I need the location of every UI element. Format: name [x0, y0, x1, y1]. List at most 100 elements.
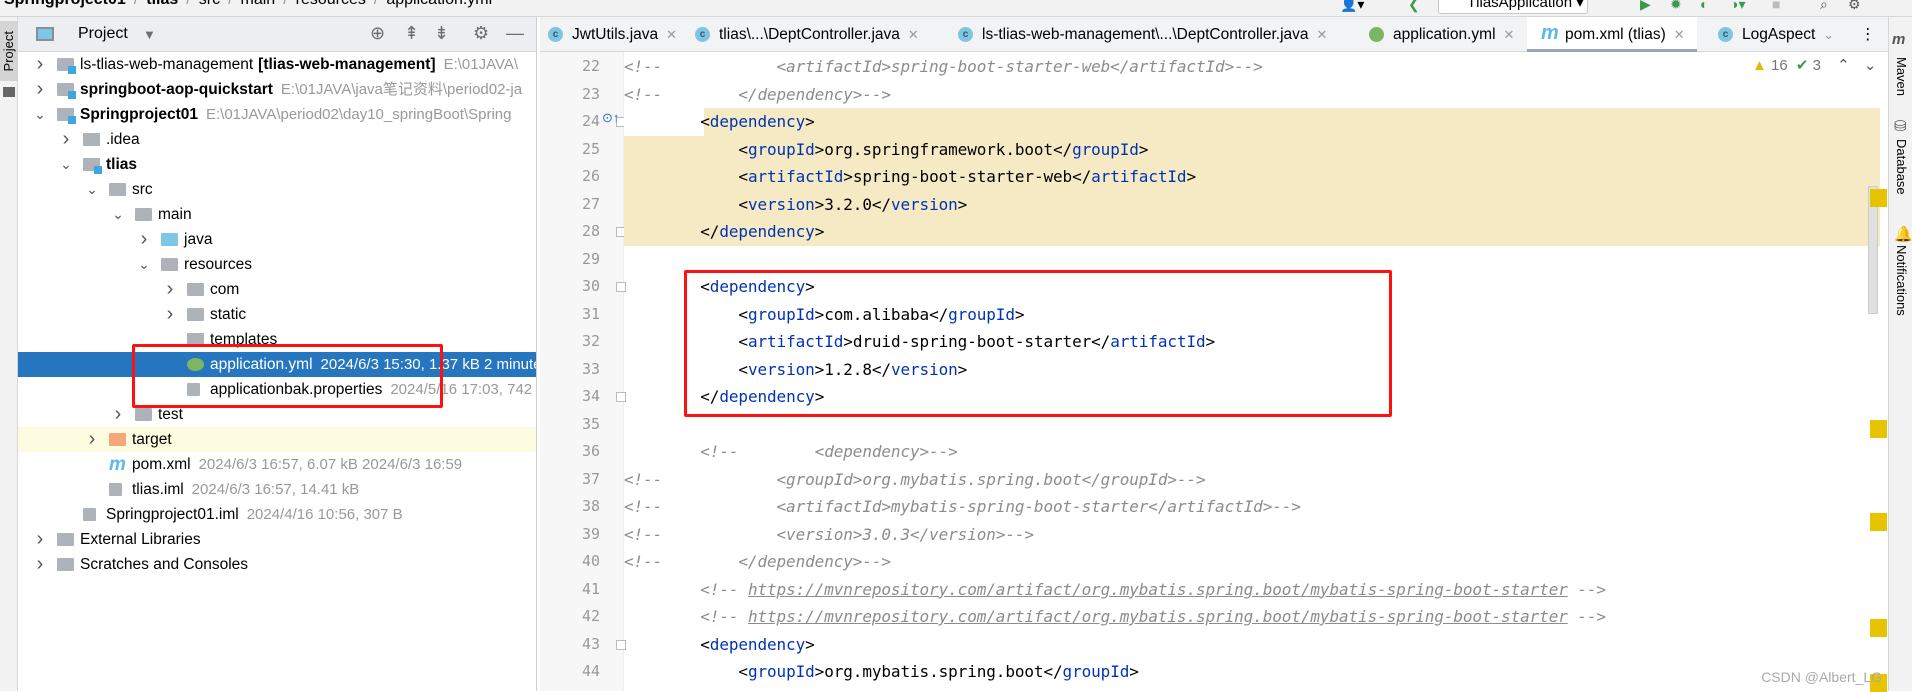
- maven-icon: m: [109, 454, 126, 475]
- line-number: 23: [581, 84, 600, 103]
- chevron-right-icon[interactable]: ›: [33, 552, 47, 577]
- minimize-icon[interactable]: —: [506, 23, 524, 44]
- breadcrumb: Springproject01 / tlias / src / main / resources…: [4, 0, 492, 9]
- tree-item[interactable]: › target: [18, 427, 536, 452]
- breadcrumb-item[interactable]: tlias: [146, 0, 178, 8]
- more-tabs-icon[interactable]: ⋮: [1860, 17, 1876, 52]
- debug-icon[interactable]: ✹: [1670, 0, 1682, 13]
- close-icon[interactable]: ✕: [1504, 27, 1515, 42]
- line-number: 30: [581, 277, 600, 295]
- editor-tab[interactable]: c tlias\...\DeptController.java ✕: [695, 17, 919, 52]
- expand-all-icon[interactable]: ⇞: [404, 23, 419, 44]
- breadcrumb-item[interactable]: main: [241, 0, 276, 8]
- check-icon: ✔: [1795, 57, 1809, 74]
- override-icon[interactable]: ⊙↑: [602, 110, 619, 126]
- line-number: 36: [581, 442, 600, 460]
- scratch-icon: [57, 558, 74, 571]
- tree-item[interactable]: ⌄ Springproject01 E:\01JAVA\period02\day10…: [18, 102, 536, 127]
- tree-item[interactable]: › External Libraries: [18, 527, 536, 552]
- code-line: <dependency>: [624, 108, 1880, 136]
- user-icon[interactable]: 👤▾: [1340, 0, 1364, 13]
- chevron-down-icon[interactable]: ⌄: [137, 252, 151, 277]
- chevron-right-icon[interactable]: ›: [111, 402, 125, 427]
- breadcrumb-item[interactable]: application.yml: [386, 0, 492, 8]
- line-number: 35: [581, 414, 600, 433]
- locate-icon[interactable]: ⊕: [370, 23, 385, 44]
- warning-marker[interactable]: [1870, 420, 1887, 438]
- tree-item[interactable]: › .idea: [18, 127, 536, 152]
- item-name: com: [210, 281, 240, 298]
- tab-list-icon[interactable]: ⌄: [1823, 27, 1834, 42]
- breadcrumb-item[interactable]: Springproject01: [4, 0, 126, 8]
- editor-tab[interactable]: c ls-tlias-web-management\...\DeptControl…: [958, 17, 1327, 52]
- database-tool-button[interactable]: Database: [1894, 139, 1909, 195]
- tree-item[interactable]: m pom.xml 2024/6/3 16:57, 6.07 kB 2024/6/3…: [18, 452, 536, 477]
- chevron-right-icon[interactable]: ›: [163, 277, 177, 302]
- tree-item-label: Springproject01.iml 2024/4/16 10:56, 307 …: [106, 502, 403, 527]
- code-line: <artifactId>spring-boot-starter-web</art…: [624, 163, 1880, 191]
- code-line: <groupId>org.mybatis.spring.boot</groupI…: [624, 662, 1139, 681]
- editor-gutter: 22 23 24 ⊙↑ 25 26 27 28 29 30 31 32 33 34 35 36 37 38 39 40…: [540, 52, 626, 691]
- warning-marker[interactable]: [1870, 619, 1887, 637]
- profile-icon[interactable]: ◑▾: [1730, 0, 1745, 13]
- tree-item-label: main: [158, 202, 192, 227]
- folder-icon: [135, 208, 152, 221]
- project-tool-button[interactable]: Project: [0, 21, 18, 81]
- settings-icon[interactable]: ⚙: [1848, 0, 1861, 13]
- tree-item[interactable]: ⌄ resources: [18, 252, 536, 277]
- chevron-right-icon[interactable]: ›: [33, 77, 47, 102]
- chevron-down-icon[interactable]: ⌄: [85, 177, 99, 202]
- tree-item[interactable]: Springproject01.iml 2024/4/16 10:56, 307 …: [18, 502, 536, 527]
- tree-item[interactable]: › springboot-aop-quickstart E:\01JAVA\java…: [18, 77, 536, 102]
- chevron-down-icon[interactable]: ▼: [143, 27, 156, 42]
- maven-tool-button[interactable]: Maven: [1894, 57, 1909, 96]
- stop-icon[interactable]: ■: [1772, 0, 1780, 12]
- run-configuration-select[interactable]: TliasApplication ▾: [1438, 0, 1588, 14]
- chevron-right-icon[interactable]: ›: [85, 427, 99, 452]
- line-number: 37: [581, 469, 600, 488]
- tree-item[interactable]: tlias.iml 2024/6/3 16:57, 14.41 kB: [18, 477, 536, 502]
- tree-item[interactable]: › java: [18, 227, 536, 252]
- inspection-widget[interactable]: ▲ 16 ✔ 3 ⌃ ⌄: [1752, 56, 1876, 74]
- collapse-all-icon[interactable]: ⇟: [434, 23, 449, 44]
- editor-tab[interactable]: application.yml ✕: [1369, 17, 1514, 52]
- tree-item[interactable]: › com: [18, 277, 536, 302]
- breadcrumb-item[interactable]: resources: [296, 0, 366, 8]
- chevron-right-icon[interactable]: ›: [59, 127, 73, 152]
- search-icon[interactable]: ⌕: [1820, 0, 1828, 13]
- project-view-selector[interactable]: Project: [78, 25, 128, 43]
- chevron-down-icon[interactable]: ⌄: [33, 102, 47, 127]
- database-icon: ⛁: [1894, 118, 1907, 135]
- tree-item[interactable]: ⌄ src: [18, 177, 536, 202]
- chevron-right-icon[interactable]: ›: [137, 227, 151, 252]
- editor-tab[interactable]: m pom.xml (tlias) ✕: [1527, 17, 1697, 52]
- tree-item[interactable]: ⌄ tlias: [18, 152, 536, 177]
- close-icon[interactable]: ✕: [908, 27, 919, 42]
- chevron-down-icon[interactable]: ⌄: [59, 152, 73, 177]
- chevron-right-icon[interactable]: ›: [33, 527, 47, 552]
- run-icon[interactable]: ▶: [1640, 0, 1651, 13]
- tree-item[interactable]: › ls-tlias-web-management [tlias-web-manag…: [18, 52, 536, 77]
- chevron-right-icon[interactable]: ›: [163, 302, 177, 327]
- coverage-icon[interactable]: ◐: [1700, 0, 1708, 12]
- editor-tab[interactable]: c JwtUtils.java ✕: [548, 17, 677, 52]
- breadcrumb-item[interactable]: src: [199, 0, 220, 8]
- tree-item[interactable]: ⌄ main: [18, 202, 536, 227]
- previous-highlight-icon[interactable]: ⌃: [1837, 57, 1850, 74]
- gear-icon[interactable]: ⚙: [473, 23, 489, 44]
- tree-item[interactable]: › Scratches and Consoles: [18, 552, 536, 577]
- back-icon[interactable]: ❮: [1408, 0, 1420, 13]
- right-tool-stripe: m Maven ⛁ Database 🔔 Notifications: [1888, 17, 1912, 691]
- close-icon[interactable]: ✕: [1674, 27, 1685, 42]
- editor-tab[interactable]: c LogAspect ⌄: [1718, 17, 1834, 52]
- close-icon[interactable]: ✕: [1317, 27, 1328, 42]
- next-highlight-icon[interactable]: ⌄: [1864, 57, 1877, 74]
- chevron-right-icon[interactable]: ›: [33, 52, 47, 77]
- chevron-down-icon[interactable]: ⌄: [111, 202, 125, 227]
- close-icon[interactable]: ✕: [666, 27, 677, 42]
- notifications-tool-button[interactable]: Notifications: [1894, 245, 1909, 316]
- tree-item[interactable]: › static: [18, 302, 536, 327]
- warning-marker[interactable]: [1870, 513, 1887, 531]
- folder-icon[interactable]: [3, 87, 15, 97]
- warning-marker[interactable]: [1870, 189, 1887, 207]
